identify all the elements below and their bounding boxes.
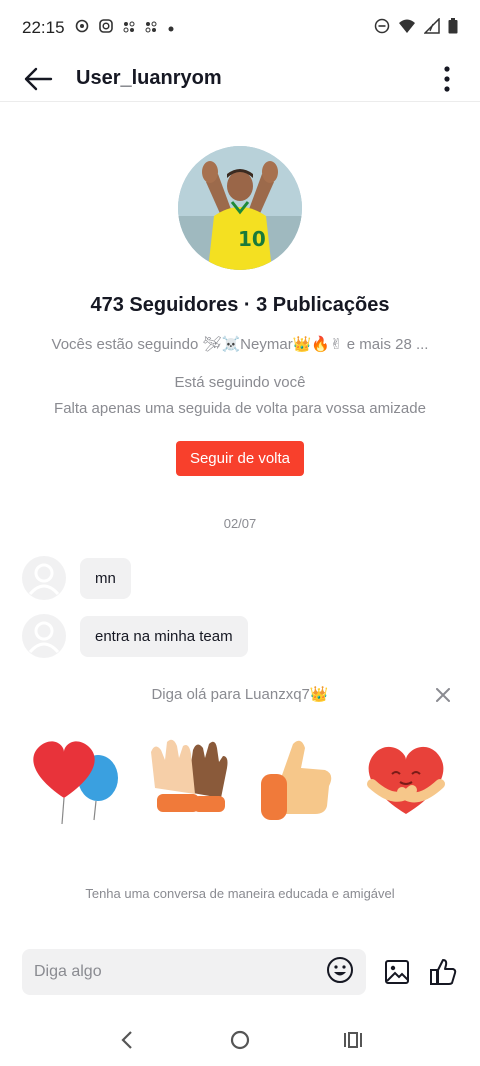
message-input-box[interactable] (22, 949, 366, 995)
page-title[interactable]: User_luanryom (76, 67, 222, 90)
image-button[interactable] (375, 950, 419, 994)
nav-recents-button[interactable] (323, 1018, 383, 1062)
chat-date: 02/07 (223, 516, 257, 531)
home-nav-icon (230, 1030, 250, 1050)
close-icon (436, 688, 450, 702)
location-icon (75, 19, 89, 37)
close-button[interactable] (430, 682, 456, 708)
high-five-sticker[interactable] (133, 726, 237, 830)
thumbs-up-icon (430, 959, 457, 985)
message-row: mn (22, 556, 131, 600)
like-button[interactable] (421, 950, 465, 994)
heart-balloons-sticker[interactable] (22, 726, 126, 830)
app-icon (123, 20, 135, 37)
profile-avatar[interactable]: 10 (178, 146, 302, 270)
sticker-row (22, 726, 458, 830)
smiley-icon[interactable] (326, 956, 354, 989)
message-input[interactable] (34, 963, 326, 981)
message-bubble[interactable]: mn (80, 557, 131, 599)
profile-stats: 473 Seguidores · 3 Publicações (90, 294, 390, 316)
follows-you-text: Está seguindo você (174, 374, 306, 391)
chat-header: User_luanryom (0, 56, 480, 102)
thumbs-up-sticker[interactable] (243, 726, 347, 830)
instagram-icon (98, 19, 113, 37)
svg-text:10: 10 (238, 227, 266, 251)
dnd-icon (374, 18, 390, 39)
friend-hint-text: Falta apenas uma seguida de volta para v… (54, 400, 426, 417)
battery-icon (448, 17, 458, 39)
signal-icon (423, 16, 440, 39)
more-vertical-icon (444, 65, 450, 92)
nav-home-button[interactable] (210, 1018, 270, 1062)
polite-conversation-hint: Tenha uma conversa de maneira educada e … (85, 886, 395, 901)
message-row: entra na minha team (22, 614, 248, 658)
message-composer (0, 948, 480, 996)
avatar[interactable] (22, 556, 66, 600)
status-bar: 22:15 (0, 0, 480, 56)
back-button[interactable] (8, 56, 68, 102)
system-nav-bar (0, 1014, 480, 1066)
say-hello-panel: Diga olá para Luanzxq7👑 Tenha uma conver… (0, 676, 480, 916)
more-button[interactable] (424, 56, 470, 102)
avatar[interactable] (22, 614, 66, 658)
status-time: 22:15 (22, 18, 65, 37)
message-bubble[interactable]: entra na minha team (80, 615, 248, 657)
profile-section: 10 473 Seguidores · 3 Publicações Vocês … (0, 146, 480, 476)
nav-back-button[interactable] (97, 1018, 157, 1062)
heart-hug-sticker[interactable] (354, 726, 458, 830)
dot-icon (167, 20, 175, 37)
back-nav-icon (121, 1031, 132, 1049)
say-hello-title: Diga olá para Luanzxq7👑 (151, 686, 329, 703)
app-icon (145, 20, 157, 37)
default-avatar-icon (28, 563, 60, 596)
mutual-following-text[interactable]: Vocês estão seguindo 🛩☠️Neymar👑🔥✌ e mais… (0, 335, 480, 353)
default-avatar-icon (28, 621, 60, 654)
wifi-icon (398, 18, 416, 39)
arrow-left-icon (24, 67, 53, 90)
follow-back-button[interactable]: Seguir de volta (175, 441, 305, 476)
image-icon (385, 960, 409, 984)
recents-nav-icon (344, 1032, 363, 1048)
